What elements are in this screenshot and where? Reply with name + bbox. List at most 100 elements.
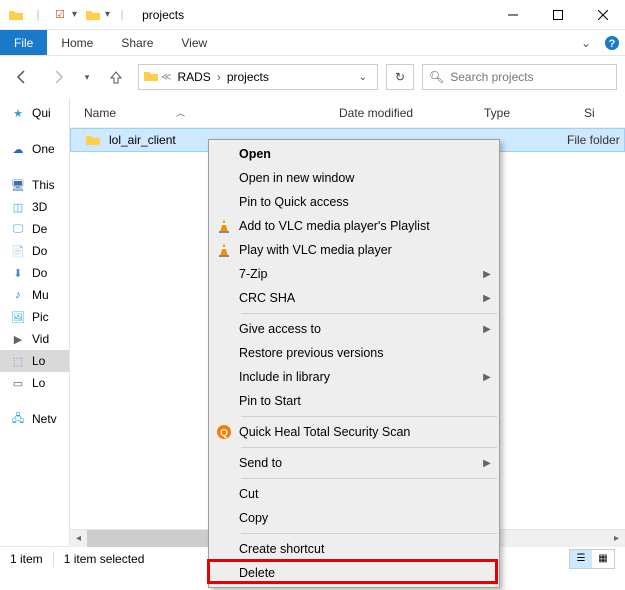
context-label: 7-Zip: [239, 267, 475, 281]
breadcrumb-item[interactable]: RADS: [173, 70, 214, 84]
sidebar-label: Netv: [32, 412, 57, 426]
context-item[interactable]: Rename: [209, 585, 499, 588]
sidebar-label: Qui: [32, 106, 51, 120]
desk-icon: 🖵: [10, 221, 26, 237]
scroll-thumb[interactable]: [87, 530, 227, 547]
sidebar-item[interactable]: 🖼Pic: [0, 306, 69, 328]
file-tab[interactable]: File: [0, 30, 47, 55]
svg-text:?: ?: [609, 38, 616, 50]
context-label: Cut: [239, 487, 475, 501]
context-label: Open: [239, 147, 475, 161]
close-button[interactable]: [580, 0, 625, 30]
sidebar-label: Do: [32, 266, 47, 280]
address-dropdown-icon[interactable]: ⌄: [353, 72, 373, 83]
breadcrumb-item[interactable]: projects: [223, 70, 273, 84]
tab-home[interactable]: Home: [47, 30, 107, 55]
sidebar-item[interactable]: 📄Do: [0, 240, 69, 262]
vlc-icon: [209, 218, 239, 234]
disk2-icon: ▭: [10, 375, 26, 391]
sidebar-label: Lo: [32, 354, 45, 368]
navigation-bar: ▾ ≪ RADS › projects ⌄ ↻ 🔍︎ Search projec…: [0, 56, 625, 98]
sidebar-item[interactable]: 🖵De: [0, 218, 69, 240]
recent-dropdown-icon[interactable]: ▾: [80, 63, 94, 91]
maximize-button[interactable]: [535, 0, 580, 30]
tab-share[interactable]: Share: [107, 30, 167, 55]
properties-icon[interactable]: ☑: [50, 5, 70, 25]
context-item[interactable]: Copy: [209, 506, 499, 530]
forward-button[interactable]: [44, 63, 72, 91]
qat-dropdown-icon[interactable]: ▾: [72, 9, 77, 20]
sidebar-item[interactable]: ★Qui: [0, 102, 69, 124]
context-item[interactable]: Open in new window: [209, 166, 499, 190]
context-item[interactable]: Restore previous versions: [209, 341, 499, 365]
sort-asc-icon[interactable]: ︿: [176, 106, 185, 119]
search-placeholder: Search projects: [450, 70, 533, 84]
up-button[interactable]: [102, 63, 130, 91]
sidebar-label: Vid: [32, 332, 49, 346]
context-item[interactable]: QQuick Heal Total Security Scan: [209, 420, 499, 444]
details-view-button[interactable]: ☰: [570, 550, 592, 568]
context-item[interactable]: 7-Zip▶: [209, 262, 499, 286]
context-item[interactable]: Cut: [209, 482, 499, 506]
submenu-arrow-icon: ▶: [475, 458, 499, 469]
context-label: Play with VLC media player: [239, 243, 475, 257]
column-header-name[interactable]: Name: [84, 106, 116, 120]
context-item[interactable]: Pin to Quick access: [209, 190, 499, 214]
context-item[interactable]: Pin to Start: [209, 389, 499, 413]
context-item[interactable]: Add to VLC media player's Playlist: [209, 214, 499, 238]
folder-icon: [85, 132, 101, 148]
folder-icon: [143, 68, 159, 87]
sidebar-label: This: [32, 178, 55, 192]
refresh-button[interactable]: ↻: [386, 64, 414, 90]
help-button[interactable]: ?: [599, 30, 625, 55]
net-icon: 🖧: [10, 411, 26, 427]
view-mode-buttons: ☰ ▦: [569, 549, 615, 569]
sidebar-label: 3D: [32, 200, 47, 214]
context-item[interactable]: Send to▶: [209, 451, 499, 475]
submenu-arrow-icon: ▶: [475, 269, 499, 280]
context-label: Pin to Quick access: [239, 195, 475, 209]
search-input[interactable]: 🔍︎ Search projects: [422, 64, 617, 90]
scroll-right-icon[interactable]: ▸: [608, 530, 625, 547]
sidebar-item[interactable]: 🖥 This: [0, 174, 69, 196]
icons-view-button[interactable]: ▦: [592, 550, 614, 568]
column-header-type[interactable]: Type: [484, 106, 584, 120]
column-header-size[interactable]: Si: [584, 106, 625, 120]
context-label: Open in new window: [239, 171, 475, 185]
ribbon-expand-icon[interactable]: ⌄: [573, 30, 599, 56]
context-label: Include in library: [239, 370, 475, 384]
qat-dropdown-icon[interactable]: ▾: [105, 9, 110, 20]
folder-icon[interactable]: [6, 5, 26, 25]
context-label: Send to: [239, 456, 475, 470]
sidebar-item[interactable]: ⬇Do: [0, 262, 69, 284]
sidebar-item[interactable]: ⬚Lo: [0, 350, 69, 372]
sidebar-item[interactable]: ▭Lo: [0, 372, 69, 394]
context-item[interactable]: Include in library▶: [209, 365, 499, 389]
context-label: Delete: [239, 566, 475, 580]
column-header-date[interactable]: Date modified: [339, 106, 484, 120]
context-item[interactable]: Create shortcut: [209, 537, 499, 561]
context-item[interactable]: Open: [209, 142, 499, 166]
back-button[interactable]: [8, 63, 36, 91]
address-bar[interactable]: ≪ RADS › projects ⌄: [138, 64, 378, 90]
sidebar-item[interactable]: ▶Vid: [0, 328, 69, 350]
sidebar-item[interactable]: 🖧 Netv: [0, 408, 69, 430]
context-item[interactable]: Give access to▶: [209, 317, 499, 341]
sidebar-item[interactable]: ◫3D: [0, 196, 69, 218]
folder-icon[interactable]: [83, 5, 103, 25]
cloud-icon: ☁: [10, 141, 26, 157]
breadcrumb-separator[interactable]: ≪: [161, 72, 171, 83]
sidebar-item[interactable]: ♪Mu: [0, 284, 69, 306]
context-label: Quick Heal Total Security Scan: [239, 425, 475, 439]
chevron-right-icon[interactable]: ›: [217, 70, 221, 84]
context-item[interactable]: Delete: [209, 561, 499, 585]
minimize-button[interactable]: [490, 0, 535, 30]
sidebar-item[interactable]: ☁One: [0, 138, 69, 160]
context-item[interactable]: CRC SHA▶: [209, 286, 499, 310]
submenu-arrow-icon: ▶: [475, 324, 499, 335]
context-item[interactable]: Play with VLC media player: [209, 238, 499, 262]
scroll-left-icon[interactable]: ◂: [70, 530, 87, 547]
pc-icon: 🖥: [10, 177, 26, 193]
navigation-pane[interactable]: ★Qui☁One🖥This◫3D🖵De📄Do⬇Do♪Mu🖼Pic▶Vid⬚Lo▭…: [0, 98, 70, 546]
tab-view[interactable]: View: [167, 30, 221, 55]
